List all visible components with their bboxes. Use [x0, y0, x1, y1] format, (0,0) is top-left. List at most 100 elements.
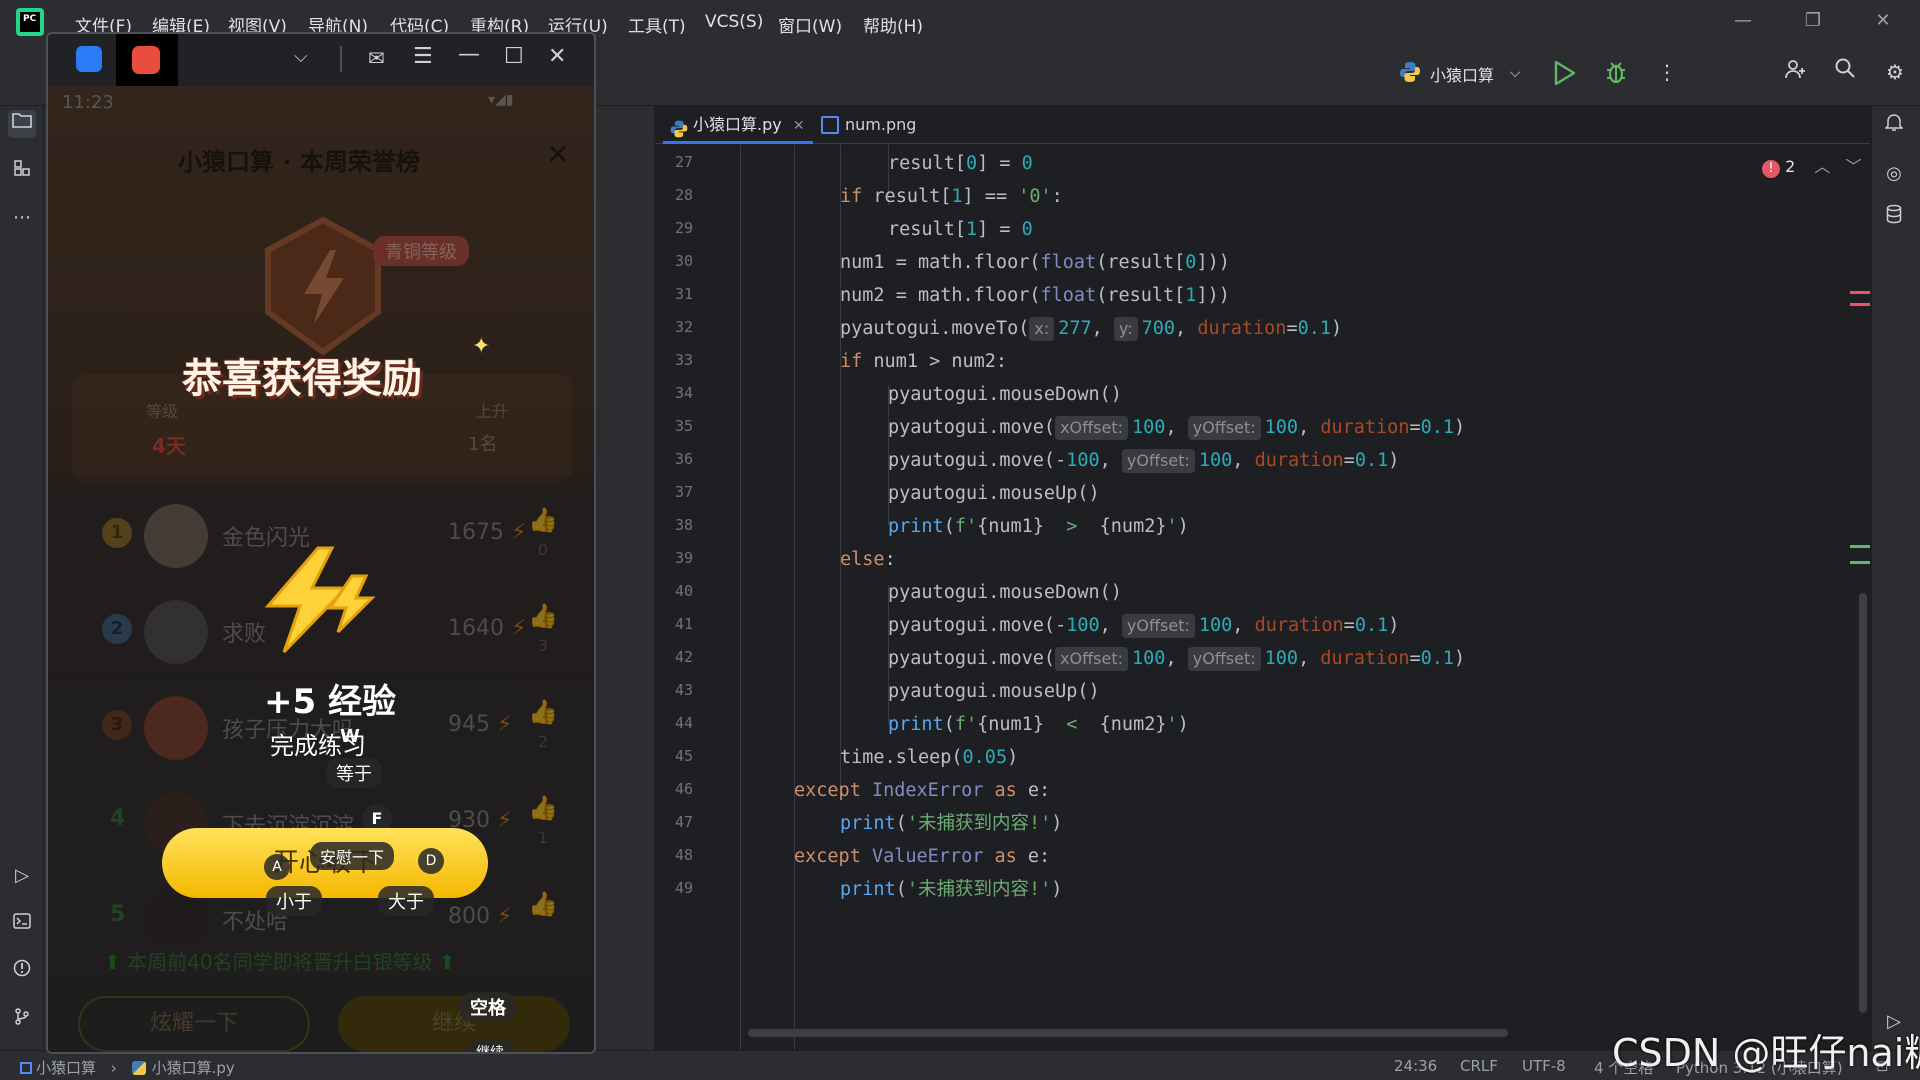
run-icon[interactable] [1552, 60, 1576, 90]
line-number: 28 [674, 186, 693, 204]
key-hint-a[interactable]: A [264, 854, 290, 880]
code-line: pyautogui.move(-100, yOffset: 100, durati… [888, 449, 1400, 473]
database-icon[interactable] [1880, 204, 1908, 232]
line-number: 39 [674, 549, 693, 567]
line-number: 37 [674, 483, 693, 501]
tab-num-png[interactable]: num.png [815, 106, 945, 144]
tab-label: num.png [845, 115, 917, 134]
line-number: 36 [674, 450, 693, 468]
line-number: 44 [674, 714, 693, 732]
terminal-icon[interactable] [8, 910, 36, 938]
breadcrumb-file: 小猿口算.py [151, 1059, 235, 1077]
line-number-gutter: 27 28 29 30 31 32 33 34 35 36 37 38 39 4… [655, 145, 741, 1050]
exp-gain: +5 经验 [264, 682, 396, 722]
close-tab-icon[interactable]: ✕ [793, 118, 805, 134]
code-line: print('未捕获到内容!') [840, 813, 1063, 834]
python-file-icon [131, 1061, 146, 1075]
key-hint-space[interactable]: 空格 [460, 992, 516, 1022]
module-icon [20, 1062, 32, 1074]
chevron-down-icon[interactable]: ⌵ [294, 46, 308, 67]
menu-hamburger-icon[interactable]: ☰ [413, 44, 433, 69]
line-number: 42 [674, 648, 693, 666]
run-config-selector[interactable]: 小猿口算 [1430, 62, 1494, 86]
code-line: if num1 > num2: [840, 351, 1008, 372]
right-tool-strip: ◎ ▷ [1871, 106, 1920, 1050]
code-line: if result[1] == '0': [840, 186, 1063, 207]
error-marker[interactable] [1850, 291, 1870, 294]
line-number: 29 [674, 219, 693, 237]
code-line: time.sleep(0.05) [840, 747, 1019, 768]
key-hint-greater[interactable]: 大于 [378, 886, 434, 916]
caret-position[interactable]: 24:36 [1394, 1057, 1437, 1075]
add-user-icon[interactable] [1780, 57, 1810, 87]
code-line: pyautogui.mouseUp() [888, 681, 1100, 702]
close-icon[interactable]: ✕ [548, 44, 566, 69]
chevron-right-icon: › [110, 1059, 117, 1077]
search-icon[interactable] [1830, 57, 1860, 87]
file-encoding[interactable]: UTF-8 [1522, 1057, 1566, 1075]
code-line: result[1] = 0 [888, 219, 1033, 240]
line-number: 49 [674, 879, 693, 897]
line-number: 38 [674, 516, 693, 534]
inspection-widget[interactable]: ! 2 ︿ ﹀ [1762, 153, 1862, 178]
code-line: else: [840, 549, 896, 570]
notifications-bell-icon[interactable] [1880, 112, 1908, 140]
menu-vcs[interactable]: VCS(S) [705, 12, 763, 32]
line-number: 40 [674, 582, 693, 600]
python-config-icon [1398, 60, 1422, 84]
menu-window[interactable]: 窗口(W) [778, 12, 842, 37]
menu-help[interactable]: 帮助(H) [863, 12, 923, 37]
editor-tabs: 小猿口算.py ✕ num.png [655, 106, 1870, 144]
problems-icon[interactable] [8, 958, 36, 986]
app-tab-icon [132, 46, 160, 74]
change-marker[interactable] [1850, 561, 1870, 564]
line-number: 30 [674, 252, 693, 270]
code-editor[interactable]: ! 2 ︿ ﹀ result[0] = 0 if result[1] == '0… [742, 145, 1870, 1050]
code-line: pyautogui.mouseDown() [888, 582, 1122, 603]
more-vertical-icon[interactable]: ⋮ [1652, 57, 1682, 87]
code-line: pyautogui.move(-100, yOffset: 100, durati… [888, 614, 1400, 638]
code-line: except IndexError as e: [794, 780, 1051, 801]
git-branch-icon[interactable] [8, 1006, 36, 1034]
ai-assistant-icon[interactable]: ◎ [1880, 160, 1908, 188]
error-marker[interactable] [1850, 303, 1870, 306]
app-tab[interactable] [116, 34, 178, 86]
line-number: 46 [674, 780, 693, 798]
maximize-icon[interactable]: ☐ [504, 44, 524, 69]
line-number: 43 [674, 681, 693, 699]
structure-icon[interactable] [8, 158, 36, 186]
code-line: pyautogui.moveTo(x: 277, y: 700, duration=… [840, 317, 1343, 341]
close-window-icon[interactable]: ✕ [1868, 10, 1898, 34]
line-number: 32 [674, 318, 693, 336]
line-number: 33 [674, 351, 693, 369]
services-icon[interactable]: ▷ [8, 862, 36, 890]
horizontal-scrollbar[interactable] [748, 1029, 1508, 1037]
minimize-icon[interactable]: — [458, 42, 480, 67]
chevron-up-icon[interactable]: ︿ [1814, 157, 1830, 176]
mail-icon[interactable]: ✉ [368, 46, 385, 70]
project-folder-icon[interactable] [8, 110, 36, 138]
key-hint-continue[interactable]: 继续 [466, 1040, 514, 1052]
chevron-down-icon[interactable]: ⌵ [1500, 58, 1530, 88]
change-marker[interactable] [1850, 545, 1870, 548]
key-hint-equal[interactable]: 等于 [326, 758, 382, 788]
tab-main-py[interactable]: 小猿口算.py ✕ [663, 106, 813, 144]
left-tool-strip: ⋯ ▷ [0, 106, 44, 1050]
comfort-button[interactable]: 安慰一下 [310, 842, 395, 870]
menu-tools[interactable]: 工具(T) [628, 12, 686, 37]
watermark: CSDN @旺仔nai糖 [1612, 1031, 1920, 1075]
settings-gear-icon[interactable]: ⚙ [1880, 57, 1910, 87]
error-icon: ! [1762, 160, 1780, 178]
chevron-down-icon[interactable]: ﹀ [1845, 157, 1861, 176]
breadcrumb[interactable]: 小猿口算 › 小猿口算.py [20, 1057, 235, 1078]
minimize-icon[interactable]: — [1728, 10, 1758, 34]
key-hint-less[interactable]: 小于 [266, 886, 322, 916]
more-tools-icon[interactable]: ⋯ [8, 204, 36, 232]
debug-icon[interactable] [1603, 59, 1629, 89]
line-separator[interactable]: CRLF [1460, 1057, 1498, 1075]
phone-mirror-window: ⌵ ✉ ☰ — ☐ ✕ 11:23 ▾◢▮ 小猿口算 · 本周荣誉榜 ✕ 青铜等… [46, 32, 596, 1054]
key-hint-d[interactable]: D [418, 848, 444, 874]
pycharm-logo-icon: PC [16, 8, 44, 36]
restore-icon[interactable]: ❐ [1798, 10, 1828, 34]
vertical-scrollbar[interactable] [1859, 593, 1867, 1013]
